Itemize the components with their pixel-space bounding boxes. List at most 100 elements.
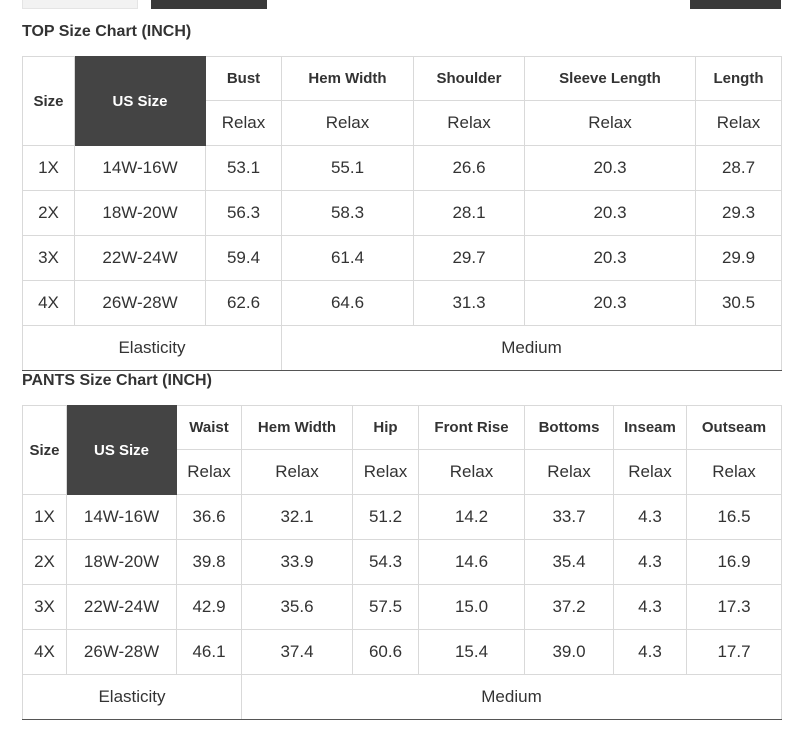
us-size-cell: 26W-28W	[74, 280, 206, 326]
value-cell: 42.9	[176, 584, 242, 630]
header-row: Size US Size Waist Hem Width Hip Front R…	[22, 405, 782, 495]
value-cell: 37.2	[524, 584, 614, 630]
size-cell: 3X	[22, 235, 75, 281]
subheader: Relax	[695, 100, 782, 146]
value-cell: 20.3	[524, 235, 696, 281]
value-cell: 14.6	[418, 539, 525, 585]
value-cell: 62.6	[205, 280, 282, 326]
value-cell: 33.7	[524, 494, 614, 540]
subheader: Relax	[418, 449, 525, 495]
value-cell: 17.3	[686, 584, 782, 630]
top-chart-title: TOP Size Chart (INCH)	[22, 23, 192, 40]
size-cell: 3X	[22, 584, 67, 630]
value-cell: 39.8	[176, 539, 242, 585]
value-cell: 58.3	[281, 190, 414, 236]
value-cell: 16.5	[686, 494, 782, 540]
column-header: Hip	[352, 405, 419, 450]
value-cell: 28.7	[695, 145, 782, 191]
column-header: Sleeve Length	[524, 56, 696, 101]
size-header: Size	[22, 405, 67, 495]
value-cell: 4.3	[613, 539, 687, 585]
value-cell: 51.2	[352, 494, 419, 540]
value-cell: 57.5	[352, 584, 419, 630]
value-cell: 56.3	[205, 190, 282, 236]
value-cell: 16.9	[686, 539, 782, 585]
us-size-cell: 14W-16W	[74, 145, 206, 191]
column-header: Inseam	[613, 405, 687, 450]
size-header: Size	[22, 56, 75, 146]
us-size-cell: 26W-28W	[66, 629, 177, 675]
subheader: Relax	[686, 449, 782, 495]
column-header: Bust	[205, 56, 282, 101]
value-cell: 20.3	[524, 280, 696, 326]
elasticity-value: Medium	[281, 325, 782, 371]
tab-1[interactable]	[22, 0, 138, 9]
size-cell: 4X	[22, 629, 67, 675]
pants-chart-title: PANTS Size Chart (INCH)	[22, 372, 212, 389]
column-header: Bottoms	[524, 405, 614, 450]
top-size-table: Size US Size Bust Hem Width Shoulder Sle…	[22, 56, 782, 371]
value-cell: 64.6	[281, 280, 414, 326]
us-size-cell: 18W-20W	[74, 190, 206, 236]
subheader: Relax	[524, 449, 614, 495]
tab-2[interactable]	[151, 0, 267, 9]
value-cell: 31.3	[413, 280, 525, 326]
header-row: Size US Size Bust Hem Width Shoulder Sle…	[22, 56, 782, 146]
elasticity-label: Elasticity	[22, 674, 242, 720]
value-cell: 32.1	[241, 494, 353, 540]
footer-row: Elasticity Medium	[22, 325, 782, 371]
table-row: 2X 18W-20W 39.8 33.9 54.3 14.6 35.4 4.3 …	[22, 539, 782, 585]
value-cell: 4.3	[613, 584, 687, 630]
value-cell: 20.3	[524, 190, 696, 236]
table-row: 3X 22W-24W 59.4 61.4 29.7 20.3 29.9	[22, 235, 782, 281]
value-cell: 39.0	[524, 629, 614, 675]
value-cell: 46.1	[176, 629, 242, 675]
elasticity-value: Medium	[241, 674, 782, 720]
table-row: 4X 26W-28W 46.1 37.4 60.6 15.4 39.0 4.3 …	[22, 629, 782, 675]
us-size-cell: 18W-20W	[66, 539, 177, 585]
column-header: Length	[695, 56, 782, 101]
value-cell: 15.0	[418, 584, 525, 630]
value-cell: 29.9	[695, 235, 782, 281]
value-cell: 35.6	[241, 584, 353, 630]
size-cell: 2X	[22, 539, 67, 585]
size-cell: 4X	[22, 280, 75, 326]
value-cell: 36.6	[176, 494, 242, 540]
value-cell: 4.3	[613, 629, 687, 675]
tab-3[interactable]	[690, 0, 781, 9]
pants-size-table: Size US Size Waist Hem Width Hip Front R…	[22, 405, 782, 720]
us-size-cell: 22W-24W	[66, 584, 177, 630]
value-cell: 17.7	[686, 629, 782, 675]
us-size-cell: 22W-24W	[74, 235, 206, 281]
top-tab-bar	[0, 0, 790, 9]
size-cell: 1X	[22, 494, 67, 540]
value-cell: 60.6	[352, 629, 419, 675]
value-cell: 28.1	[413, 190, 525, 236]
subheader: Relax	[241, 449, 353, 495]
value-cell: 14.2	[418, 494, 525, 540]
value-cell: 4.3	[613, 494, 687, 540]
subheader: Relax	[524, 100, 696, 146]
value-cell: 53.1	[205, 145, 282, 191]
size-cell: 2X	[22, 190, 75, 236]
column-header: Waist	[176, 405, 242, 450]
column-header: Hem Width	[281, 56, 414, 101]
table-row: 4X 26W-28W 62.6 64.6 31.3 20.3 30.5	[22, 280, 782, 326]
table-row: 1X 14W-16W 53.1 55.1 26.6 20.3 28.7	[22, 145, 782, 191]
subheader: Relax	[352, 449, 419, 495]
table-row: 1X 14W-16W 36.6 32.1 51.2 14.2 33.7 4.3 …	[22, 494, 782, 540]
value-cell: 54.3	[352, 539, 419, 585]
value-cell: 35.4	[524, 539, 614, 585]
us-size-header: US Size	[74, 56, 206, 146]
value-cell: 59.4	[205, 235, 282, 281]
subheader: Relax	[281, 100, 414, 146]
us-size-header: US Size	[66, 405, 177, 495]
column-header: Outseam	[686, 405, 782, 450]
value-cell: 15.4	[418, 629, 525, 675]
subheader: Relax	[176, 449, 242, 495]
footer-row: Elasticity Medium	[22, 674, 782, 720]
value-cell: 29.7	[413, 235, 525, 281]
table-row: 2X 18W-20W 56.3 58.3 28.1 20.3 29.3	[22, 190, 782, 236]
column-header: Shoulder	[413, 56, 525, 101]
subheader: Relax	[413, 100, 525, 146]
